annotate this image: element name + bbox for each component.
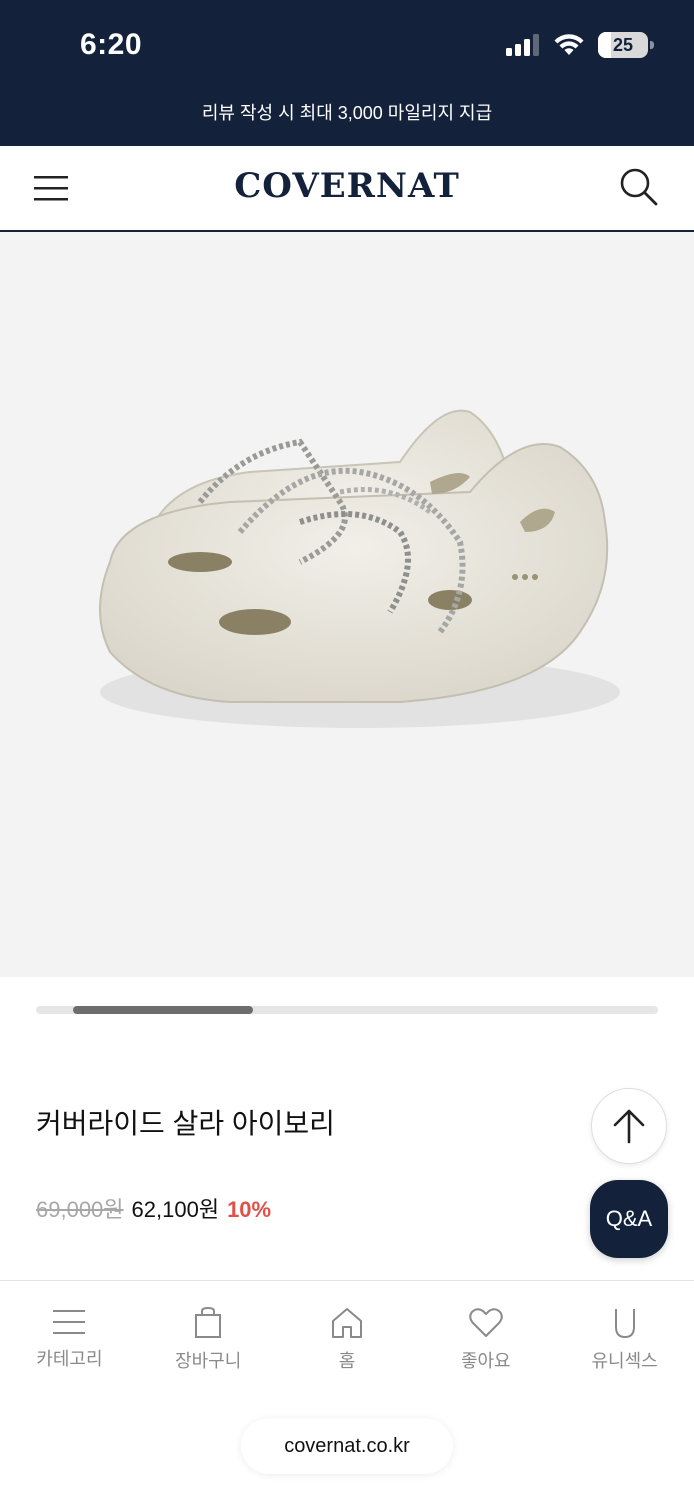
nav-item-cart[interactable]: 장바구니 [139, 1281, 278, 1400]
status-time: 6:20 [80, 28, 143, 61]
u-letter-icon [614, 1309, 635, 1339]
discount-rate: 10% [227, 1197, 272, 1222]
product-image [99, 409, 620, 728]
original-price: 69,000원 [36, 1197, 124, 1222]
scroll-to-top-button[interactable] [591, 1088, 667, 1164]
battery-level: 25 [612, 34, 634, 55]
nav-item-likes[interactable]: 좋아요 [416, 1281, 555, 1400]
search-button[interactable] [618, 166, 660, 208]
site-header: COVERNAT [0, 146, 694, 232]
wifi-icon [554, 34, 584, 55]
home-icon [331, 1308, 362, 1338]
brand-logo[interactable]: COVERNAT [0, 166, 694, 206]
signal-icon [506, 34, 539, 56]
price-row: 69,000원 62,100원 10% [36, 1192, 271, 1224]
nav-item-home[interactable]: 홈 [278, 1281, 417, 1400]
product-title: 커버라이드 살라 아이보리 [36, 1108, 335, 1139]
gallery-scroll-thumb[interactable] [73, 1006, 253, 1014]
shopping-bag-icon [195, 1307, 222, 1338]
qa-button[interactable]: Q&A [590, 1180, 668, 1258]
browser-url-bar[interactable]: covernat.co.kr [241, 1418, 453, 1474]
menu-lines-icon [53, 1310, 86, 1334]
arrow-up-icon [613, 1109, 645, 1144]
promo-banner[interactable]: 리뷰 작성 시 최대 3,000 마일리지 지급 [0, 92, 694, 146]
nav-label-unisex: 유니섹스 [591, 1351, 658, 1371]
logo-text: COVERNAT [234, 166, 460, 206]
search-icon [620, 168, 658, 206]
heart-icon [469, 1308, 503, 1337]
bottom-nav: 카테고리 장바구니 홈 좋아요 유니섹스 [0, 1280, 694, 1400]
battery-icon: 25 [598, 32, 654, 58]
status-bar: 6:20 25 [0, 0, 694, 92]
gallery-scrollbar[interactable] [36, 1006, 658, 1014]
battery-fill [598, 32, 611, 58]
product-image-gallery[interactable] [0, 232, 694, 977]
nav-item-unisex[interactable]: 유니섹스 [555, 1281, 694, 1400]
nav-label-home: 홈 [338, 1351, 356, 1371]
nav-label-likes: 좋아요 [460, 1351, 511, 1371]
status-icons: 25 [506, 32, 654, 58]
nav-item-category[interactable]: 카테고리 [0, 1281, 139, 1400]
nav-label-cart: 장바구니 [175, 1351, 242, 1371]
sale-price: 62,100원 [131, 1197, 220, 1222]
nav-label-category: 카테고리 [36, 1349, 103, 1369]
